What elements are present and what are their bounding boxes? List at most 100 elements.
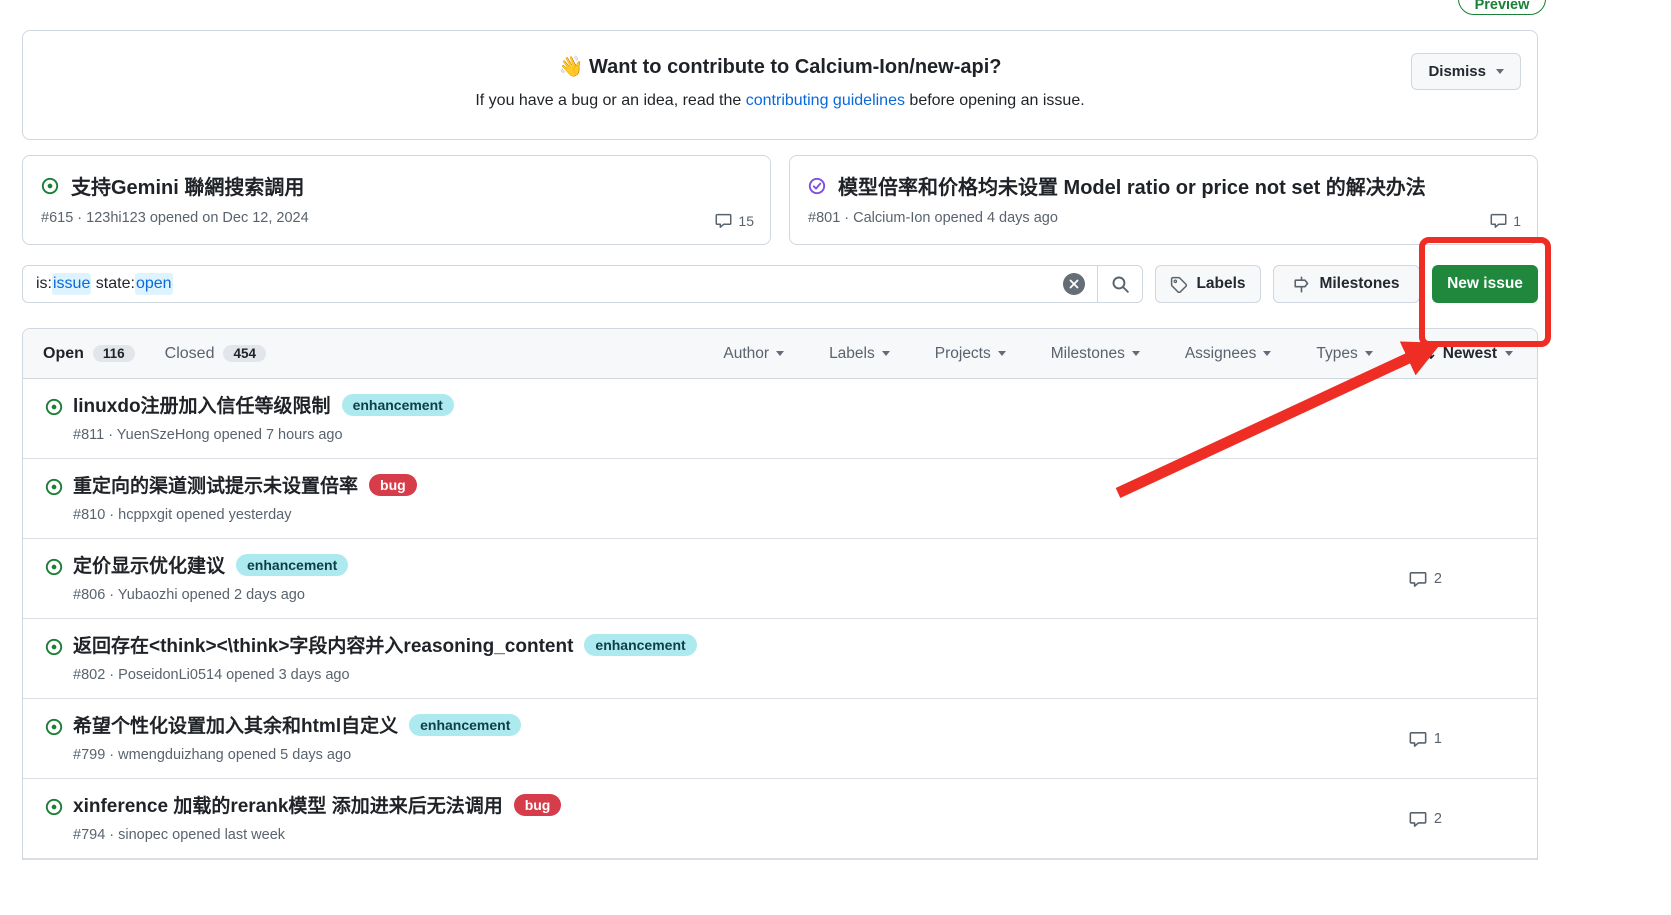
comment-count: 1	[1490, 212, 1521, 229]
issue-open-icon	[45, 558, 63, 576]
banner-subtitle-suffix: before opening an issue.	[905, 92, 1085, 109]
pinned-issue-card[interactable]: 模型倍率和价格均未设置 Model ratio or price not set…	[789, 155, 1538, 245]
issue-meta: #799 · wmengduizhang opened 5 days ago	[73, 747, 1537, 763]
issue-open-icon	[45, 798, 63, 816]
chevron-down-icon	[1132, 351, 1140, 356]
comment-icon	[1409, 810, 1427, 828]
labels-button[interactable]: Labels	[1155, 265, 1261, 303]
dismiss-button[interactable]: Dismiss	[1411, 53, 1521, 90]
filter-label: Types	[1316, 345, 1357, 363]
issue-row[interactable]: 返回存在<think><\think>字段内容并入reasoning_conte…	[23, 619, 1537, 699]
comment-count: 15	[715, 212, 754, 229]
filter-label: Author	[723, 345, 769, 363]
issue-row[interactable]: xinference 加载的rerank模型 添加进来后无法调用 bug #79…	[23, 779, 1537, 859]
filter-types[interactable]: Types	[1316, 345, 1372, 363]
issue-title-link[interactable]: 定价显示优化建议	[73, 551, 225, 578]
search-button[interactable]	[1098, 266, 1142, 302]
milestone-icon	[1293, 276, 1310, 293]
close-icon	[1069, 279, 1079, 289]
pinned-issue-title[interactable]: 模型倍率和价格均未设置 Model ratio or price not set…	[838, 171, 1426, 200]
clear-search-button[interactable]	[1063, 273, 1085, 295]
tab-open[interactable]: Open 116	[43, 345, 135, 363]
pinned-issue-title[interactable]: 支持Gemini 聯網搜索調用	[71, 171, 304, 200]
banner-subtitle-prefix: If you have a bug or an idea, read the	[475, 92, 745, 109]
issue-meta: #806 · Yubaozhi opened 2 days ago	[73, 587, 1537, 603]
preview-button[interactable]: Preview	[1458, 0, 1546, 15]
pinned-issue-meta: #615 · 123hi123 opened on Dec 12, 2024	[41, 210, 752, 226]
labels-button-label: Labels	[1196, 275, 1245, 293]
issue-row[interactable]: linuxdo注册加入信任等级限制 enhancement #811 · Yue…	[23, 379, 1537, 459]
issue-open-icon	[45, 398, 63, 416]
comment-count: 1	[1409, 730, 1442, 748]
issue-label[interactable]: bug	[369, 474, 417, 496]
filter-label: Milestones	[1051, 345, 1125, 363]
issue-label[interactable]: enhancement	[584, 634, 696, 656]
dismiss-label: Dismiss	[1428, 63, 1486, 80]
contributing-guidelines-link[interactable]: contributing guidelines	[746, 92, 905, 109]
issue-label[interactable]: bug	[514, 794, 562, 816]
comment-count-value: 15	[738, 213, 754, 229]
issue-meta: #802 · PoseidonLi0514 opened 3 days ago	[73, 667, 1537, 683]
comment-count-value: 1	[1434, 731, 1442, 747]
search-input[interactable]: is:issue state:open	[22, 265, 1143, 303]
pinned-issues-row: 支持Gemini 聯網搜索調用 #615 · 123hi123 opened o…	[22, 155, 1538, 245]
milestones-button-label: Milestones	[1319, 275, 1399, 293]
search-qualifier-value: issue	[52, 273, 91, 295]
sort-label: Newest	[1443, 345, 1497, 363]
search-qualifier-key: is:	[36, 275, 52, 293]
issue-title-link[interactable]: 希望个性化设置加入其余和html自定义	[73, 711, 398, 738]
chevron-down-icon	[1263, 351, 1271, 356]
tab-closed-label: Closed	[165, 345, 215, 363]
filter-labels[interactable]: Labels	[829, 345, 890, 363]
issue-title-link[interactable]: xinference 加载的rerank模型 添加进来后无法调用	[73, 791, 503, 818]
issue-row[interactable]: 重定向的渠道测试提示未设置倍率 bug #810 · hcppxgit open…	[23, 459, 1537, 539]
comment-count-value: 2	[1434, 571, 1442, 587]
comment-count: 2	[1409, 810, 1442, 828]
search-icon	[1111, 275, 1130, 294]
issue-label[interactable]: enhancement	[236, 554, 348, 576]
issue-meta: #810 · hcppxgit opened yesterday	[73, 507, 1537, 523]
comment-count: 2	[1409, 570, 1442, 588]
issue-open-icon	[45, 638, 63, 656]
chevron-down-icon	[1365, 351, 1373, 356]
issue-label[interactable]: enhancement	[409, 714, 521, 736]
closed-count-badge: 454	[223, 345, 266, 362]
search-query-text: is:issue state:open	[36, 273, 1063, 295]
sort-desc-icon	[1418, 345, 1435, 362]
issue-title-link[interactable]: linuxdo注册加入信任等级限制	[73, 391, 331, 418]
filter-label: Assignees	[1185, 345, 1257, 363]
filter-milestones[interactable]: Milestones	[1051, 345, 1140, 363]
issue-title-link[interactable]: 重定向的渠道测试提示未设置倍率	[73, 471, 358, 498]
comment-icon	[1409, 730, 1427, 748]
issue-label[interactable]: enhancement	[342, 394, 454, 416]
issue-open-icon	[41, 177, 59, 195]
filter-label: Projects	[935, 345, 991, 363]
issues-list-header: Open 116 Closed 454 Author Labels Projec…	[23, 329, 1537, 379]
filter-assignees[interactable]: Assignees	[1185, 345, 1272, 363]
open-count-badge: 116	[93, 345, 135, 362]
filter-projects[interactable]: Projects	[935, 345, 1006, 363]
issue-row[interactable]: 希望个性化设置加入其余和html自定义 enhancement #799 · w…	[23, 699, 1537, 779]
issues-list: Open 116 Closed 454 Author Labels Projec…	[22, 328, 1538, 860]
new-issue-button[interactable]: New issue	[1432, 265, 1538, 303]
comment-icon	[1409, 570, 1427, 588]
search-qualifier-key: state:	[91, 275, 135, 293]
comment-icon	[1490, 212, 1507, 229]
issue-row[interactable]: 定价显示优化建议 enhancement #806 · Yubaozhi ope…	[23, 539, 1537, 619]
chevron-down-icon	[776, 351, 784, 356]
issue-open-icon	[45, 478, 63, 496]
filters-bar: Author Labels Projects Milestones Assign…	[723, 345, 1513, 363]
comment-count-value: 2	[1434, 811, 1442, 827]
issue-closed-icon	[808, 177, 826, 195]
chevron-down-icon	[1505, 351, 1513, 356]
wave-emoji-icon: 👋	[558, 56, 583, 78]
filter-author[interactable]: Author	[723, 345, 784, 363]
issue-title-link[interactable]: 返回存在<think><\think>字段内容并入reasoning_conte…	[73, 631, 573, 658]
tab-open-label: Open	[43, 345, 84, 363]
comment-count-value: 1	[1513, 213, 1521, 229]
pinned-issue-card[interactable]: 支持Gemini 聯網搜索調用 #615 · 123hi123 opened o…	[22, 155, 771, 245]
search-toolbar-row: is:issue state:open Labels Milestones Ne…	[22, 265, 1538, 303]
tab-closed[interactable]: Closed 454	[165, 345, 266, 363]
sort-dropdown[interactable]: Newest	[1418, 345, 1513, 363]
milestones-button[interactable]: Milestones	[1273, 265, 1420, 303]
